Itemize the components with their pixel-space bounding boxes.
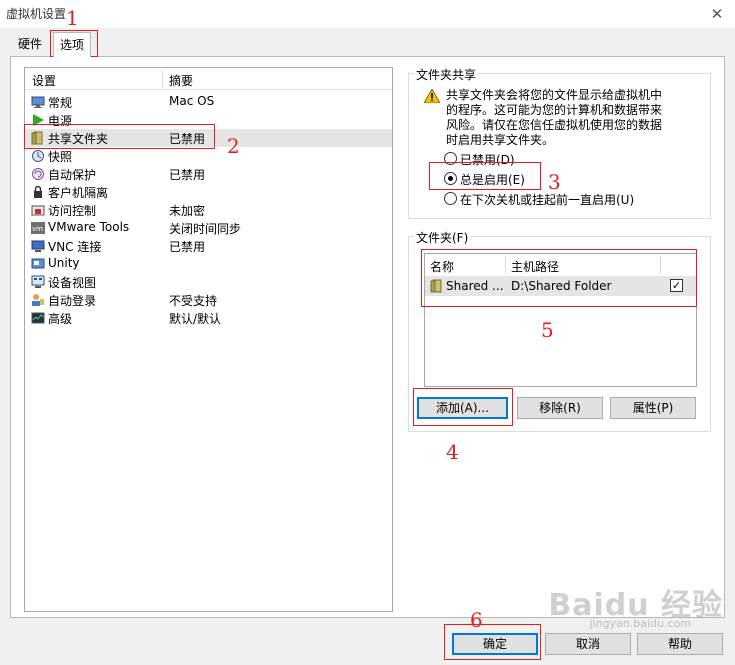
settings-row-access-control[interactable]: 访问控制 未加密 <box>25 201 392 219</box>
radio-circle[interactable] <box>444 192 457 205</box>
settings-row-device-view[interactable]: 设备视图 <box>25 273 392 291</box>
annotation-number: 6 <box>470 608 483 632</box>
settings-row-summary: 默认/默认 <box>169 312 222 326</box>
autoprotect-icon <box>32 168 44 180</box>
column-header-setting[interactable]: 设置 <box>32 72 56 89</box>
settings-list-header: 设置 摘要 <box>25 68 392 90</box>
monitor-icon <box>31 96 45 108</box>
settings-row-vnc[interactable]: VNC 连接 已禁用 <box>25 237 392 255</box>
cancel-button[interactable]: 取消 <box>545 633 631 655</box>
watermark-url: jingyan.baidu.com <box>589 617 691 630</box>
settings-row-label: 常规 <box>48 96 73 110</box>
folder-properties-button[interactable]: 属性(P) <box>610 397 696 419</box>
settings-row-label: 设备视图 <box>48 276 97 290</box>
settings-row-label: 自动保护 <box>48 168 97 182</box>
settings-row-label: 客户机隔离 <box>48 186 109 200</box>
sharing-warning-text: 共享文件夹会将您的文件显示给虚拟机中的程序。这可能为您的计算机和数据带来风险。请… <box>446 88 663 147</box>
settings-row-general[interactable]: 常规 Mac OS <box>25 93 392 111</box>
annotation-number: 3 <box>548 170 561 194</box>
access-control-icon <box>31 205 45 216</box>
annotation-box-add-button <box>413 388 513 426</box>
settings-row-label: Unity <box>48 256 80 270</box>
close-icon[interactable]: ✕ <box>707 4 727 24</box>
settings-row-summary: 已禁用 <box>169 168 206 182</box>
tab-options[interactable]: 选项 <box>53 32 92 57</box>
remove-folder-button[interactable]: 移除(R) <box>517 397 603 419</box>
window-title: 虚拟机设置 <box>6 7 67 21</box>
vnc-icon <box>31 240 45 252</box>
annotation-box-always-enabled <box>429 162 541 190</box>
device-view-icon <box>31 275 45 288</box>
column-header-summary[interactable]: 摘要 <box>169 72 193 89</box>
help-button[interactable]: 帮助 <box>637 633 723 655</box>
folders-legend: 文件夹(F) <box>414 229 471 246</box>
svg-text:vm: vm <box>32 225 43 233</box>
annotation-box-folder-list <box>421 249 697 307</box>
settings-row-summary: 未加密 <box>169 204 206 218</box>
settings-row-summary: 已禁用 <box>169 240 206 254</box>
settings-row-label: 快照 <box>48 150 73 164</box>
settings-row-unity[interactable]: Unity <box>25 255 392 273</box>
annotation-number: 5 <box>541 318 554 342</box>
unity-icon <box>31 258 45 269</box>
tab-hardware[interactable]: 硬件 <box>12 34 48 56</box>
warning-icon <box>424 89 440 103</box>
annotation-number: 2 <box>227 134 240 158</box>
settings-row-vmware-tools[interactable]: vm VMware Tools 关闭时间同步 <box>25 219 392 237</box>
settings-row-snapshot[interactable]: 快照 <box>25 147 392 165</box>
settings-row-advanced[interactable]: 高级 默认/默认 <box>25 309 392 327</box>
settings-row-autoprotect[interactable]: 自动保护 已禁用 <box>25 165 392 183</box>
annotation-number: 4 <box>446 440 459 464</box>
lock-icon <box>34 185 42 198</box>
settings-row-summary: Mac OS <box>169 94 215 108</box>
settings-row-guest-isolation[interactable]: 客户机隔离 <box>25 183 392 201</box>
advanced-icon <box>31 312 45 324</box>
annotation-box-shared-folders <box>24 124 215 149</box>
settings-row-label: 高级 <box>48 312 73 326</box>
annotation-number: 1 <box>66 6 79 30</box>
autologin-icon <box>32 294 44 306</box>
vmware-tools-icon: vm <box>31 222 45 234</box>
settings-row-label: VMware Tools <box>48 220 130 234</box>
settings-row-autologin[interactable]: 自动登录 不受支持 <box>25 291 392 309</box>
annotation-box-ok-button <box>444 624 541 660</box>
settings-row-summary: 不受支持 <box>169 294 218 308</box>
settings-row-summary: 关闭时间同步 <box>169 222 242 236</box>
settings-row-label: VNC 连接 <box>48 240 102 254</box>
settings-row-label: 自动登录 <box>48 294 97 308</box>
title-bar: 虚拟机设置 ✕ <box>0 0 735 28</box>
snapshot-icon <box>32 150 44 162</box>
column-divider[interactable] <box>162 70 163 88</box>
folder-sharing-legend: 文件夹共享 <box>414 66 479 83</box>
settings-row-label: 访问控制 <box>48 204 97 218</box>
